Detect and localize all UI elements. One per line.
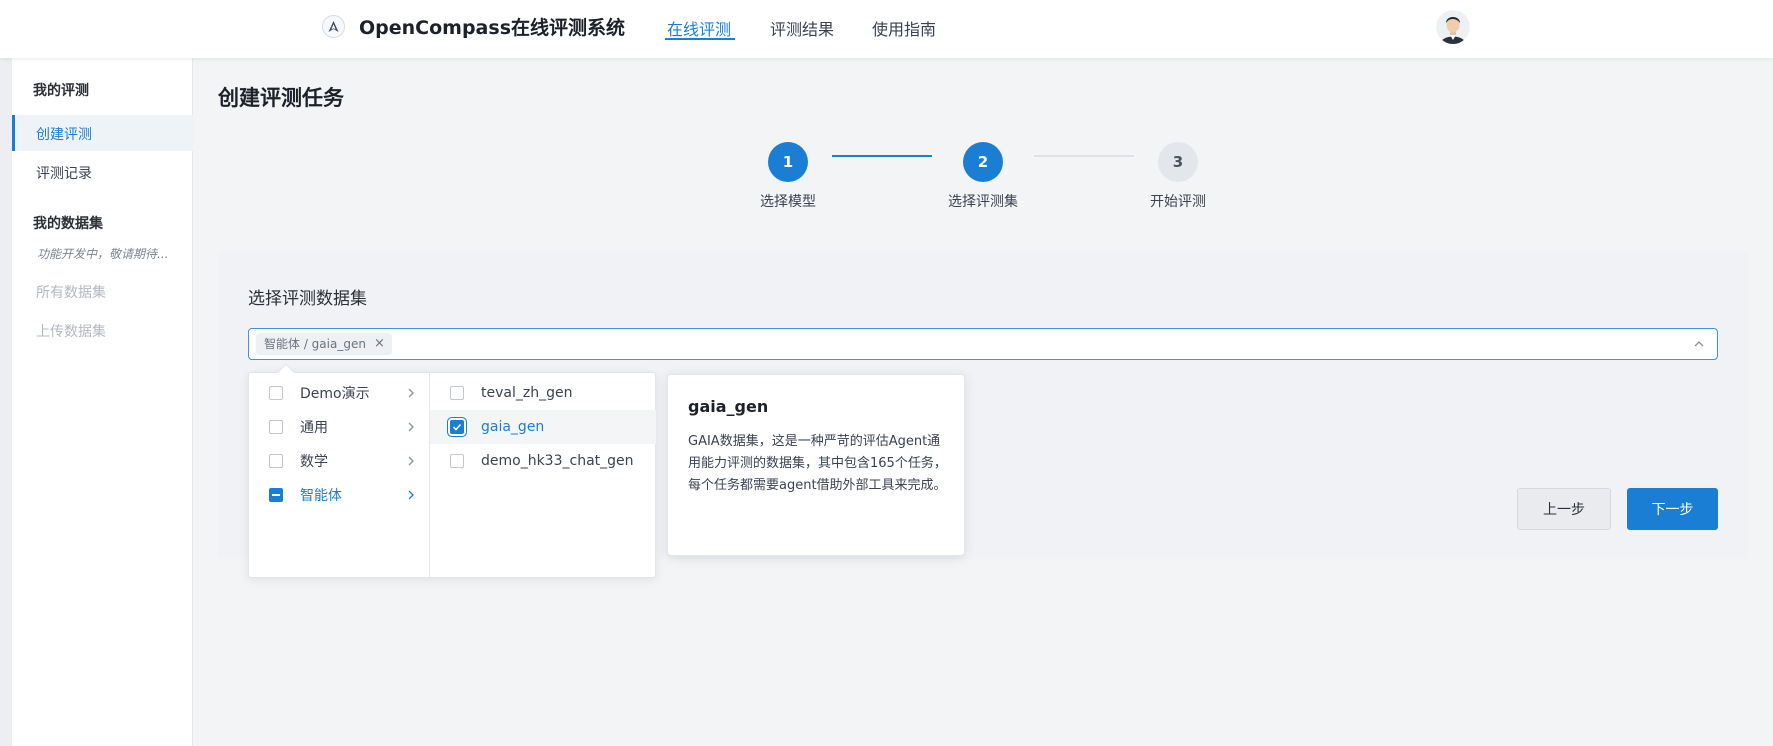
chevron-right-icon [408,456,414,466]
selected-dataset-tag-label: 智能体 / gaia_gen [264,337,366,351]
step-3-label: 开始评测 [1150,194,1206,210]
dataset-info-popover: gaia_gen GAIA数据集，这是一种严苛的评估Agent通用能力评测的数据… [667,374,965,556]
compass-logo-icon[interactable] [322,15,345,38]
dataset-option-teval-zh-gen[interactable]: teval_zh_gen [430,376,656,410]
category-option-general[interactable]: 通用 [249,410,429,444]
sidebar-section-my-datasets: 我的数据集 [33,216,103,232]
cascader-dropdown: Demo演示 通用 数学 智能体 teval_zh_gen gaia_gen d… [248,372,656,578]
checkbox[interactable] [269,420,283,434]
sidebar-dev-note: 功能开发中，敬请期待... [37,247,169,261]
checkbox[interactable] [450,454,464,468]
step-1-circle: 1 [768,142,808,182]
tag-close-icon[interactable]: × [374,333,385,355]
indeterminate-checkbox[interactable] [269,488,283,502]
section-title: 选择评测数据集 [248,289,367,309]
sidebar-edge-strip [0,58,12,746]
step-connector-1 [832,155,932,157]
sidebar-item-upload-dataset: 上传数据集 [36,324,106,340]
chevron-up-icon[interactable] [1693,338,1705,350]
next-step-button[interactable]: 下一步 [1627,488,1718,530]
step-2-circle: 2 [963,142,1003,182]
category-label: Demo演示 [300,386,370,402]
app-title: OpenCompass在线评测系统 [359,17,626,39]
checkbox[interactable] [269,454,283,468]
sidebar-section-my-eval: 我的评测 [33,83,89,99]
checkbox[interactable] [269,386,283,400]
nav-user-guide[interactable]: 使用指南 [872,16,936,40]
category-label: 数学 [300,454,328,470]
popover-description: GAIA数据集，这是一种严苛的评估Agent通用能力评测的数据集，其中包含165… [688,434,947,493]
checkbox[interactable] [450,386,464,400]
dataset-option-gaia-gen[interactable]: gaia_gen [430,410,656,444]
step-3-circle: 3 [1158,142,1198,182]
chevron-right-icon [408,388,414,398]
sidebar-item-all-datasets: 所有数据集 [36,285,106,301]
top-navigation-bar: OpenCompass在线评测系统 在线评测 评测结果 使用指南 [0,0,1773,58]
step-connector-2 [1034,155,1134,157]
category-option-agent[interactable]: 智能体 [249,478,429,512]
dataset-label: demo_hk33_chat_gen [481,453,634,469]
dataset-label: teval_zh_gen [481,385,573,401]
chevron-right-icon [408,422,414,432]
popover-title: gaia_gen [688,397,769,416]
check-icon [452,423,462,431]
sidebar [0,58,193,746]
category-label: 通用 [300,420,328,436]
category-option-demo[interactable]: Demo演示 [249,376,429,410]
page-title: 创建评测任务 [218,86,344,110]
previous-step-button[interactable]: 上一步 [1517,488,1611,530]
chevron-right-icon [408,490,414,500]
nav-online-eval[interactable]: 在线评测 [667,16,731,40]
step-1-label: 选择模型 [760,194,816,210]
category-label: 智能体 [300,488,342,504]
dataset-cascader-input[interactable]: 智能体 / gaia_gen × [248,328,1718,360]
sidebar-item-eval-records[interactable]: 评测记录 [36,163,92,183]
nav-active-underline [665,38,735,40]
dataset-label: gaia_gen [481,419,545,435]
step-2-label: 选择评测集 [948,194,1018,210]
checked-checkbox[interactable] [450,420,464,434]
category-option-math[interactable]: 数学 [249,444,429,478]
dataset-option-demo-hk33-chat-gen[interactable]: demo_hk33_chat_gen [430,444,656,478]
selected-dataset-tag: 智能体 / gaia_gen × [256,333,392,355]
user-avatar-icon[interactable] [1436,10,1470,44]
sidebar-item-create-eval[interactable]: 创建评测 [36,124,92,144]
nav-eval-results[interactable]: 评测结果 [770,16,834,40]
